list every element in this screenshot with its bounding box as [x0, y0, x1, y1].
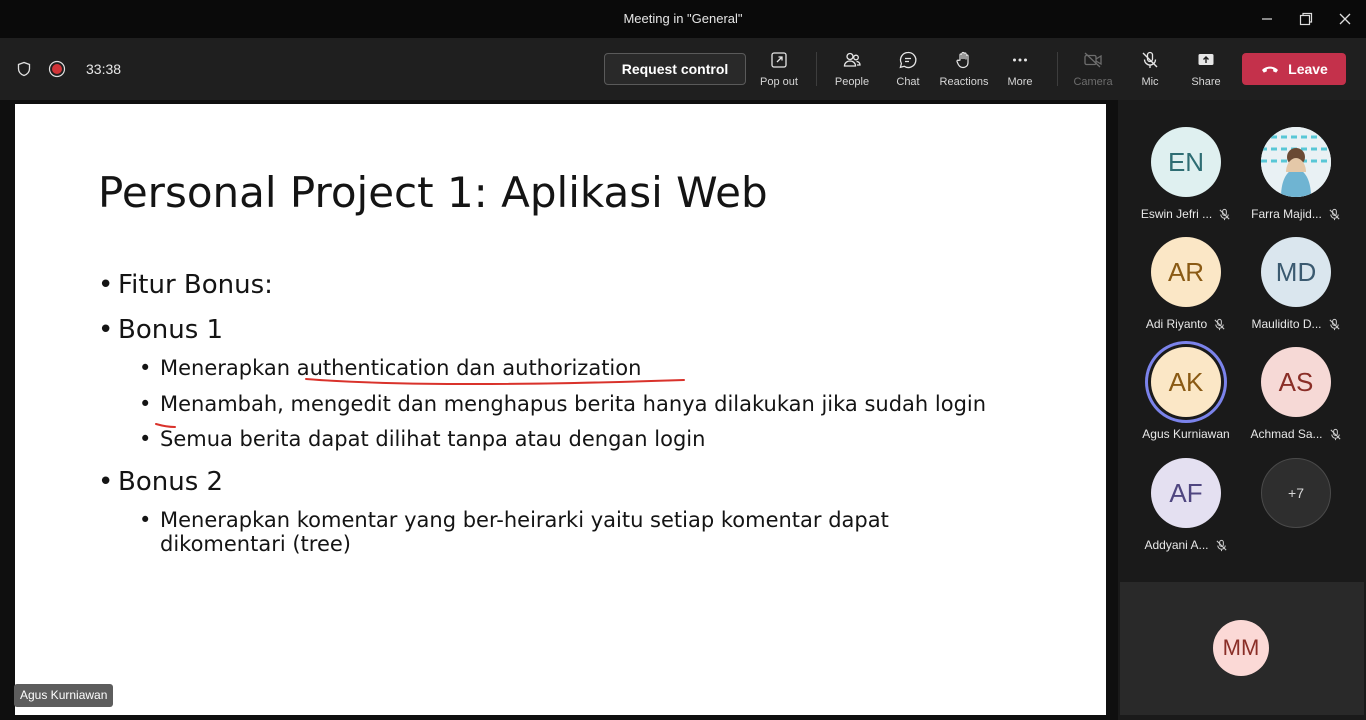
share-button[interactable]: Share: [1176, 48, 1236, 92]
title-bar: Meeting in "General": [0, 0, 1366, 38]
people-label: People: [834, 76, 870, 88]
presenter-name-tag: Agus Kurniawan: [14, 684, 114, 707]
avatar: AF: [1151, 458, 1221, 528]
participant-name: Eswin Jefri ...: [1140, 207, 1213, 221]
people-button[interactable]: People: [822, 48, 882, 92]
avatar: MD: [1261, 237, 1331, 307]
more-icon: [1013, 58, 1027, 62]
avatar: AK: [1151, 347, 1221, 417]
reactions-label: Reactions: [939, 76, 989, 88]
chat-button[interactable]: Chat: [878, 48, 938, 92]
mic-muted-icon: [1219, 208, 1230, 220]
participant-name: Addyani A...: [1144, 538, 1209, 552]
share-icon: [1198, 54, 1214, 65]
participant-tile[interactable]: Farra Majid...: [1241, 127, 1351, 237]
request-control-button[interactable]: Request control: [604, 53, 746, 85]
pop-out-button[interactable]: Pop out: [749, 48, 809, 92]
camera-button[interactable]: Camera: [1063, 48, 1123, 92]
restore-icon: [1299, 12, 1313, 26]
shared-content-area: Personal Project 1: Aplikasi Web Fitur B…: [0, 100, 1118, 720]
reactions-button[interactable]: Reactions: [934, 48, 994, 92]
toolbar-divider: [1057, 52, 1058, 86]
chat-icon: [899, 51, 917, 69]
minimize-icon: [1262, 18, 1272, 20]
leave-label: Leave: [1288, 61, 1328, 77]
shield-icon[interactable]: [16, 61, 32, 77]
avatar-photo: [1261, 127, 1331, 197]
participant-tile[interactable]: AR Adi Riyanto: [1131, 237, 1241, 347]
participant-name: Farra Majid...: [1251, 207, 1322, 221]
participant-tile[interactable]: EN Eswin Jefri ...: [1131, 127, 1241, 237]
close-button[interactable]: [1322, 0, 1366, 38]
participant-name: Agus Kurniawan: [1142, 427, 1230, 441]
more-label: More: [1007, 76, 1033, 88]
window-title: Meeting in "General": [623, 11, 743, 26]
presentation-slide: Personal Project 1: Aplikasi Web Fitur B…: [15, 104, 1106, 715]
self-avatar: MM: [1213, 620, 1269, 676]
leave-button[interactable]: Leave: [1242, 53, 1346, 85]
participant-tile[interactable]: MD Maulidito D...: [1241, 237, 1351, 347]
pop-out-icon: [771, 52, 787, 68]
avatar: EN: [1151, 127, 1221, 197]
meeting-toolbar: 33:38 Request control Pop out People Cha…: [0, 38, 1366, 100]
people-icon: [843, 52, 861, 67]
participant-name: Achmad Sa...: [1250, 427, 1323, 441]
mic-muted-icon: [1215, 539, 1227, 551]
ink-underline: [305, 378, 685, 385]
raise-hand-icon: [956, 51, 969, 69]
pop-out-label: Pop out: [760, 76, 798, 88]
more-button[interactable]: More: [990, 48, 1050, 92]
avatar: AS: [1261, 347, 1331, 417]
close-icon: [1339, 13, 1351, 25]
participant-tile-speaking[interactable]: AK Agus Kurniawan: [1131, 347, 1241, 457]
mic-muted-icon: [1214, 318, 1225, 330]
participant-name: Adi Riyanto: [1145, 317, 1208, 331]
mic-button[interactable]: Mic: [1120, 48, 1180, 92]
mic-off-icon: [1142, 51, 1158, 68]
meeting-timer: 33:38: [86, 61, 122, 77]
camera-off-icon: [1084, 52, 1102, 68]
ink-annotation: [155, 378, 685, 428]
profile-photo: [1261, 127, 1331, 197]
self-view-tile[interactable]: MM: [1120, 582, 1364, 715]
phone-hangup-icon: [1262, 66, 1279, 73]
share-label: Share: [1191, 76, 1221, 88]
participant-tile[interactable]: AS Achmad Sa...: [1241, 347, 1351, 457]
avatar: AR: [1151, 237, 1221, 307]
mic-muted-icon: [1328, 318, 1340, 330]
ink-stroke: [155, 423, 176, 428]
more-participants-count: +7: [1261, 458, 1331, 528]
participant-name: Maulidito D...: [1251, 317, 1322, 331]
mic-muted-icon: [1329, 208, 1340, 220]
participant-tile[interactable]: AF Addyani A...: [1131, 458, 1241, 568]
toolbar-divider: [816, 52, 817, 86]
more-participants-tile[interactable]: +7: [1241, 458, 1351, 568]
chat-label: Chat: [896, 76, 920, 88]
recording-icon: [48, 60, 66, 78]
camera-label: Camera: [1073, 76, 1113, 88]
mic-muted-icon: [1329, 428, 1341, 440]
mic-label: Mic: [1141, 76, 1159, 88]
